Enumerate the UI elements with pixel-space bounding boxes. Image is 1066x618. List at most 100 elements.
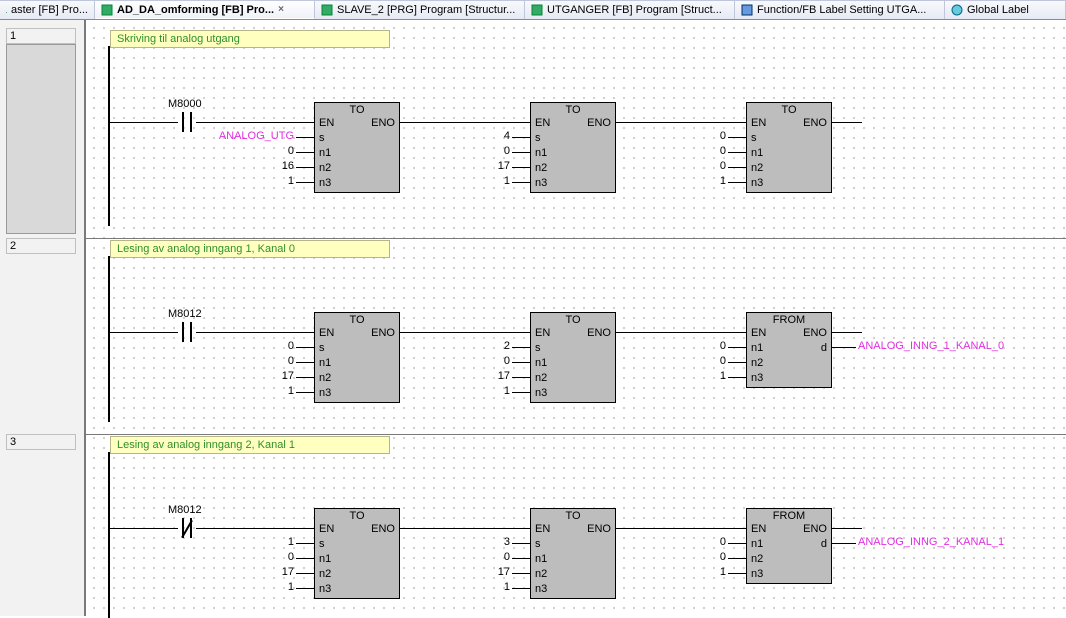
rung-label[interactable]: Skriving til analog utgang: [110, 30, 390, 48]
pin-wire: [728, 182, 746, 183]
close-icon[interactable]: ×: [278, 5, 288, 15]
fb-port-out: d: [821, 341, 827, 356]
pin-wire: [512, 573, 530, 574]
tab-2[interactable]: SLAVE_2 [PRG] Program [Structur...: [315, 0, 525, 19]
fb-port-in: n2: [535, 567, 547, 582]
pin-value[interactable]: 1: [214, 385, 294, 397]
tab-0[interactable]: aster [FB] Pro...: [0, 0, 95, 19]
function-block[interactable]: TOENENOsn1n2n3: [530, 102, 616, 193]
fb-title: FROM: [747, 313, 831, 326]
pin-value[interactable]: 0: [214, 145, 294, 157]
fb-port-in: n1: [751, 146, 763, 161]
program-icon: [101, 4, 113, 16]
function-block[interactable]: FROMENENOn1dn2n3: [746, 508, 832, 584]
pin-value[interactable]: 1: [430, 175, 510, 187]
pin-value[interactable]: 1: [430, 581, 510, 593]
output-variable[interactable]: ANALOG_INNG_2_KANAL_1: [858, 536, 1004, 548]
pin-value[interactable]: 1: [646, 566, 726, 578]
pin-value[interactable]: 1: [430, 385, 510, 397]
pin-value[interactable]: 0: [646, 536, 726, 548]
pin-value[interactable]: 17: [214, 566, 294, 578]
pin-value[interactable]: 0: [646, 145, 726, 157]
pin-value[interactable]: ANALOG_UTG: [214, 130, 294, 142]
rung-number-3[interactable]: 3: [6, 434, 76, 450]
pin-value[interactable]: 0: [646, 130, 726, 142]
pin-wire: [296, 588, 314, 589]
pin-value[interactable]: 0: [430, 145, 510, 157]
wire: [616, 528, 746, 529]
rung-number-2[interactable]: 2: [6, 238, 76, 254]
fb-port-in: n3: [535, 386, 547, 401]
pin-value[interactable]: 1: [646, 370, 726, 382]
function-block[interactable]: TOENENOsn1n2n3: [314, 312, 400, 403]
program-icon: [321, 4, 333, 16]
function-block[interactable]: TOENENOsn1n2n3: [530, 508, 616, 599]
pin-wire: [728, 137, 746, 138]
function-block[interactable]: TOENENOsn1n2n3: [314, 508, 400, 599]
pin-value[interactable]: 0: [646, 355, 726, 367]
function-block[interactable]: TOENENOsn1n2n3: [746, 102, 832, 193]
wire: [832, 528, 862, 529]
pin-value[interactable]: 2: [430, 340, 510, 352]
fb-title: FROM: [747, 509, 831, 522]
function-block[interactable]: TOENENOsn1n2n3: [314, 102, 400, 193]
tab-1[interactable]: AD_DA_omforming [FB] Pro... ×: [95, 0, 315, 19]
fb-port-in: n3: [319, 582, 331, 597]
fb-port-in: n2: [751, 552, 763, 567]
function-block[interactable]: FROMENENOn1dn2n3: [746, 312, 832, 388]
pin-value[interactable]: 1: [214, 581, 294, 593]
pin-value[interactable]: 17: [430, 160, 510, 172]
pin-value[interactable]: 17: [430, 566, 510, 578]
tab-5[interactable]: Global Label: [945, 0, 1066, 19]
fb-port-out: d: [821, 537, 827, 552]
pin-value[interactable]: 0: [430, 355, 510, 367]
rung-label[interactable]: Lesing av analog inngang 1, Kanal 0: [110, 240, 390, 258]
fb-port-in: EN: [319, 116, 334, 131]
fb-port-in: n2: [751, 161, 763, 176]
contact-no[interactable]: [178, 322, 196, 342]
ladder-canvas[interactable]: Skriving til analog utgangM8000TOENENOsn…: [86, 20, 1066, 616]
pin-value[interactable]: 16: [214, 160, 294, 172]
pin-wire: [296, 362, 314, 363]
pin-value[interactable]: 0: [646, 551, 726, 563]
pin-value[interactable]: 17: [430, 370, 510, 382]
pin-wire: [296, 347, 314, 348]
pin-value[interactable]: 4: [430, 130, 510, 142]
pin-value[interactable]: 0: [214, 355, 294, 367]
pin-wire: [728, 573, 746, 574]
fb-port-out: ENO: [587, 116, 611, 131]
tab-3[interactable]: UTGANGER [FB] Program [Struct...: [525, 0, 735, 19]
fb-port-in: n1: [319, 146, 331, 161]
fb-port-in: n3: [535, 176, 547, 191]
rung-label[interactable]: Lesing av analog inngang 2, Kanal 1: [110, 436, 390, 454]
tab-label: Global Label: [967, 4, 1029, 16]
fb-port-in: EN: [751, 116, 766, 131]
pin-value[interactable]: 1: [214, 536, 294, 548]
pin-value[interactable]: 0: [646, 160, 726, 172]
pin-wire: [728, 167, 746, 168]
pin-value[interactable]: 17: [214, 370, 294, 382]
contact-no[interactable]: [178, 112, 196, 132]
fb-port-out: ENO: [371, 116, 395, 131]
rung-number-1[interactable]: 1: [6, 28, 76, 44]
pin-value[interactable]: 0: [430, 551, 510, 563]
function-block[interactable]: TOENENOsn1n2n3: [530, 312, 616, 403]
fb-port-in: n3: [751, 567, 763, 582]
pin-value[interactable]: 1: [214, 175, 294, 187]
fb-title: TO: [315, 103, 399, 116]
pin-wire: [728, 152, 746, 153]
pin-value[interactable]: 0: [646, 340, 726, 352]
contact-nc[interactable]: [178, 518, 196, 538]
pin-value[interactable]: 3: [430, 536, 510, 548]
pin-value[interactable]: 1: [646, 175, 726, 187]
tab-4[interactable]: Function/FB Label Setting UTGA...: [735, 0, 945, 19]
fb-port-in: n2: [535, 161, 547, 176]
output-variable[interactable]: ANALOG_INNG_1_KANAL_0: [858, 340, 1004, 352]
pin-value[interactable]: 0: [214, 340, 294, 352]
pin-value[interactable]: 0: [214, 551, 294, 563]
left-rail: [108, 46, 110, 226]
fb-title: TO: [531, 509, 615, 522]
fb-title: TO: [531, 103, 615, 116]
pin-wire: [512, 167, 530, 168]
fb-port-in: EN: [751, 522, 766, 537]
